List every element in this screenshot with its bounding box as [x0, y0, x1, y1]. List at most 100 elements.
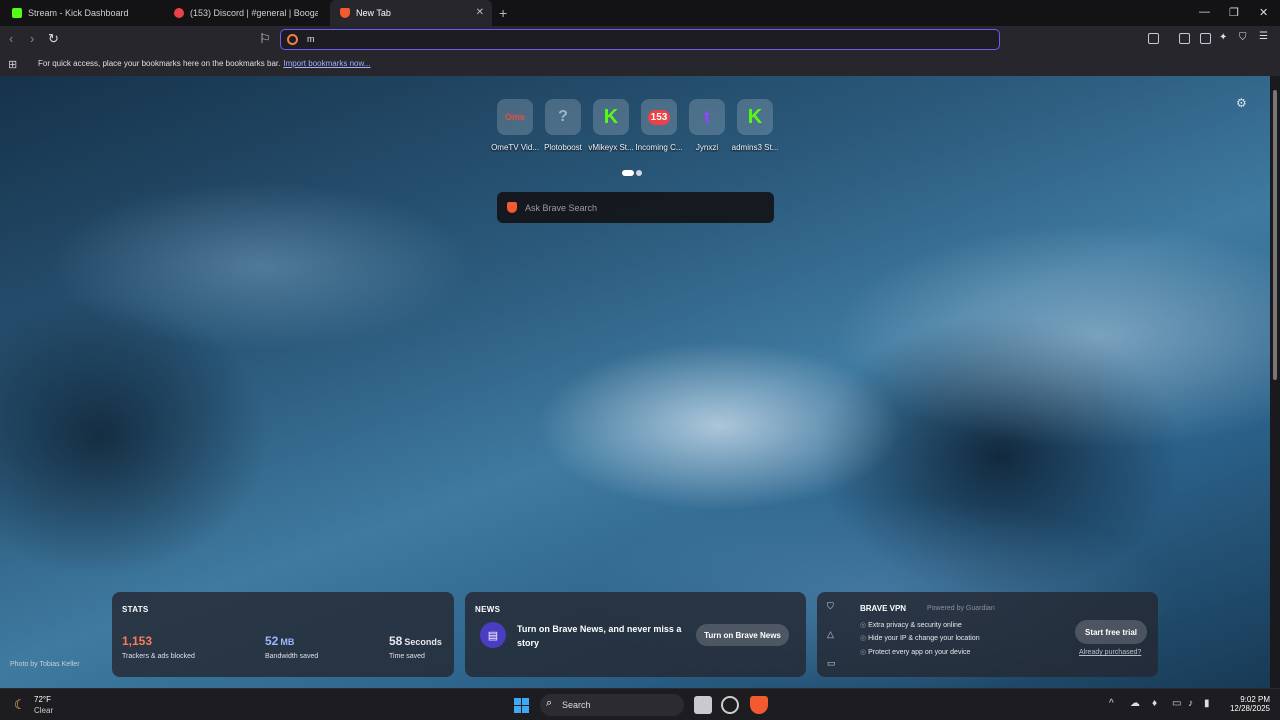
time-stat: 58 Seconds Time saved — [389, 632, 442, 660]
top-site-plotoboost[interactable]: ? — [545, 99, 581, 135]
windows-taskbar: ☾ 72°F Clear ⌕ Search ^ ☁ ♦ ▭ ♪ ▮ 9:02 P… — [0, 688, 1280, 720]
close-window-icon[interactable]: ✕ — [1259, 6, 1268, 19]
brave-search-input[interactable] — [525, 200, 755, 215]
sidebar-icon[interactable] — [1179, 33, 1190, 44]
reader-mode-icon[interactable] — [1148, 33, 1159, 44]
tab-new-tab[interactable]: New Tab ✕ — [330, 0, 492, 26]
tab-title: Stream - Kick Dashboard — [28, 8, 129, 18]
photo-credit: Photo by Tobias Keller — [10, 661, 80, 668]
bandwidth-label: Bandwidth saved — [265, 653, 319, 660]
discord-favicon-icon — [174, 8, 184, 18]
bandwidth-stat: 52 MB Bandwidth saved — [265, 632, 318, 660]
kick-favicon-icon — [12, 8, 22, 18]
stats-card: STATS 1,153 Trackers & ads blocked 52 MB … — [112, 592, 454, 677]
taskbar-search-label: Search — [562, 700, 591, 710]
maximize-icon[interactable]: ❐ — [1229, 6, 1239, 19]
address-bar[interactable]: m — [280, 29, 1000, 50]
news-icon: ▤ — [480, 622, 506, 648]
trackers-value: 1,153 — [122, 634, 153, 648]
network-icon[interactable]: ▭ — [1172, 698, 1181, 709]
vpn-brand: BRAVE VPN — [860, 604, 907, 613]
pager-dot[interactable] — [636, 170, 642, 176]
moon-weather-icon[interactable]: ☾ — [14, 697, 26, 713]
vpn-shield-icon[interactable]: ⛉ — [827, 601, 834, 612]
start-button-icon[interactable] — [514, 698, 529, 713]
tab-title: New Tab — [356, 8, 391, 18]
turn-on-news-button[interactable]: Turn on Brave News — [696, 624, 789, 646]
address-bar-text[interactable]: m — [307, 34, 315, 44]
top-site-jynxzi[interactable]: t — [689, 99, 725, 135]
tab-discord[interactable]: (153) Discord | #general | Booga — [170, 0, 318, 26]
scrollbar-thumb[interactable] — [1273, 90, 1277, 380]
steam-icon[interactable] — [721, 696, 739, 714]
weather-condition[interactable]: Clear — [34, 706, 53, 715]
vpn-device-icon[interactable]: ▭ — [827, 658, 836, 669]
top-site-label: admins3 St... — [731, 143, 779, 152]
start-free-trial-button[interactable]: Start free trial — [1075, 620, 1147, 644]
file-explorer-icon[interactable] — [694, 696, 712, 714]
leo-ai-icon[interactable]: ✦ — [1219, 32, 1227, 43]
stats-title: STATS — [122, 605, 149, 614]
import-bookmarks-link[interactable]: Import bookmarks now... — [283, 59, 370, 68]
vpn-feature: Hide your IP & change your location — [860, 634, 980, 642]
apps-grid-icon[interactable]: ⊞ — [8, 58, 17, 71]
battery-icon[interactable]: ▮ — [1204, 698, 1210, 709]
page-scrollbar[interactable] — [1270, 76, 1280, 688]
taskbar-clock[interactable]: 9:02 PM 12/28/2025 — [1226, 695, 1270, 713]
top-site-incoming[interactable]: 153 — [641, 99, 677, 135]
ometv-icon: Ome — [504, 112, 525, 122]
volume-icon[interactable]: ♪ — [1188, 698, 1193, 709]
kick-icon: K — [603, 105, 619, 128]
close-tab-icon[interactable]: ✕ — [476, 7, 484, 18]
tray-app-icon[interactable]: ☁ — [1130, 698, 1140, 709]
taskbar-search[interactable]: ⌕ Search — [540, 694, 684, 716]
bookmarks-bar: ⊞ For quick access, place your bookmarks… — [0, 52, 1280, 76]
vpn-card: ⛉ △ ▭ BRAVE VPN Powered by Guardian Extr… — [817, 592, 1158, 677]
news-card: NEWS ▤ Turn on Brave News, and never mis… — [465, 592, 806, 677]
already-purchased-link[interactable]: Already purchased? — [1079, 649, 1141, 656]
wallet-icon[interactable] — [1200, 33, 1211, 44]
microphone-icon[interactable]: ♦ — [1152, 698, 1157, 709]
search-icon: ⌕ — [546, 697, 553, 709]
back-icon[interactable]: ‹ — [9, 31, 13, 46]
bookmarks-hint: For quick access, place your bookmarks h… — [38, 59, 281, 68]
bookmark-icon[interactable]: ⚐ — [259, 31, 271, 47]
brave-logo-icon — [507, 202, 517, 213]
weather-temp[interactable]: 72°F — [34, 695, 51, 704]
top-site-vmikeyx[interactable]: K — [593, 99, 629, 135]
discord-badge-icon: 153 — [647, 109, 671, 125]
twitch-icon: t — [704, 106, 710, 127]
trackers-stat: 1,153 Trackers & ads blocked — [122, 632, 195, 660]
vpn-powered-by: Powered by Guardian — [927, 605, 995, 612]
news-promo-text: Turn on Brave News, and never miss a sto… — [517, 624, 682, 648]
tray-overflow-icon[interactable]: ^ — [1109, 698, 1114, 709]
tab-kick-dashboard[interactable]: Stream - Kick Dashboard — [8, 0, 166, 26]
tab-title: (153) Discord | #general | Booga — [190, 8, 318, 18]
new-tab-button[interactable]: + — [499, 5, 507, 21]
vpn-shield-icon[interactable]: ⛉ — [1239, 32, 1247, 43]
reload-icon[interactable]: ↻ — [48, 31, 59, 47]
customize-gear-icon[interactable]: ⚙ — [1236, 96, 1247, 110]
time-value: 58 — [389, 634, 403, 648]
menu-icon[interactable]: ☰ — [1259, 31, 1268, 42]
search-engine-icon — [287, 34, 298, 45]
kick-icon: K — [747, 105, 763, 128]
brave-taskbar-icon[interactable] — [750, 696, 768, 714]
forward-icon[interactable]: › — [30, 31, 34, 46]
minimize-icon[interactable]: — — [1199, 6, 1210, 18]
trackers-label: Trackers & ads blocked — [122, 653, 195, 660]
clock-date: 12/28/2025 — [1229, 704, 1270, 713]
brave-favicon-icon — [340, 8, 350, 18]
vpn-warning-icon[interactable]: △ — [827, 629, 834, 640]
vpn-feature: Extra privacy & security online — [860, 621, 962, 629]
bandwidth-value: 52 — [265, 634, 279, 648]
top-sites-pager[interactable] — [622, 163, 644, 181]
tab-strip: Stream - Kick Dashboard (153) Discord | … — [0, 0, 1280, 26]
pager-dot[interactable] — [622, 170, 634, 176]
bandwidth-unit: MB — [280, 637, 295, 647]
top-site-ometv[interactable]: Ome — [497, 99, 533, 135]
brave-search-box[interactable] — [497, 192, 774, 223]
plotoboost-icon: ? — [558, 108, 568, 125]
vpn-feature: Protect every app on your device — [860, 648, 970, 656]
top-site-admins3[interactable]: K — [737, 99, 773, 135]
